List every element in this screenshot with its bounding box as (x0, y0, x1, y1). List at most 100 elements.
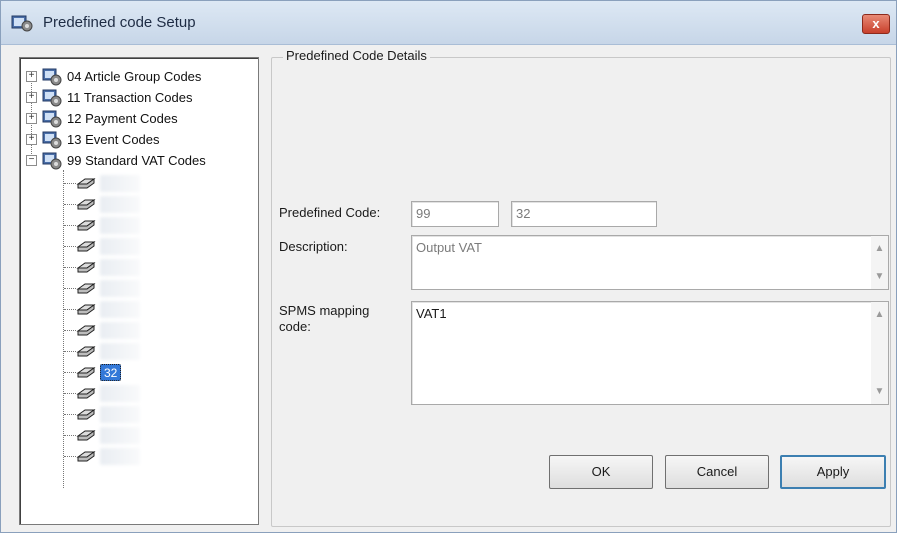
scroll-up-icon[interactable]: ▲ (871, 306, 888, 323)
vat-code-icon (76, 345, 96, 356)
apply-button[interactable]: Apply (780, 455, 886, 489)
vat-code-icon (76, 366, 96, 377)
collapse-icon[interactable]: − (26, 155, 37, 166)
expand-icon[interactable]: + (26, 71, 37, 82)
tree-connector (64, 435, 76, 436)
vat-code-icon (76, 324, 96, 335)
predefined-code-value-field[interactable]: 32 (511, 201, 657, 227)
tree-node-13-event-codes[interactable]: + 13 Event Codes (26, 129, 160, 150)
vat-code-icon (76, 282, 96, 293)
vat-code-icon (76, 450, 96, 461)
tree-child-label (100, 280, 140, 297)
predefined-code-group-field[interactable]: 99 (411, 201, 499, 227)
tree-node-label: 11 Transaction Codes (67, 90, 193, 105)
expand-icon[interactable]: + (26, 113, 37, 124)
tree-child-node[interactable] (76, 384, 140, 403)
tree-connector (64, 309, 76, 310)
description-field[interactable]: Output VAT ▲ ▼ (411, 235, 889, 290)
tree-child-label (100, 385, 140, 402)
tree-node-label: 12 Payment Codes (67, 111, 178, 126)
spms-mapping-text: VAT1 (416, 306, 447, 321)
app-icon (11, 15, 33, 32)
tree-child-node[interactable] (76, 258, 140, 277)
tree-child-label (100, 343, 140, 360)
details-group-title: Predefined Code Details (283, 48, 430, 63)
tree-child-node[interactable] (76, 405, 140, 424)
vat-code-icon (76, 240, 96, 251)
tree-child-node[interactable] (76, 321, 140, 340)
predefined-code-label: Predefined Code: (279, 205, 381, 220)
code-group-icon (42, 68, 62, 86)
tree-node-12-payment-codes[interactable]: + 12 Payment Codes (26, 108, 178, 129)
vat-code-icon (76, 429, 96, 440)
vat-code-icon (76, 387, 96, 398)
spms-mapping-label-line2: code: (279, 319, 311, 334)
predefined-code-setup-window: Predefined code Setup x + 04 Article Gro… (0, 0, 897, 533)
code-group-icon (42, 152, 62, 170)
code-group-icon (42, 131, 62, 149)
close-button[interactable]: x (862, 14, 890, 34)
tree-child-label: 32 (100, 364, 122, 381)
tree-node-label: 04 Article Group Codes (67, 69, 202, 84)
tree-connector (64, 225, 76, 226)
tree-connector (64, 393, 76, 394)
tree-child-label (100, 427, 140, 444)
ok-button[interactable]: OK (549, 455, 653, 489)
tree-connector (63, 170, 64, 488)
tree-child-node[interactable] (76, 447, 140, 466)
tree-node-label: 99 Standard VAT Codes (67, 153, 206, 168)
tree-node-11-transaction-codes[interactable]: + 11 Transaction Codes (26, 87, 193, 108)
tree-child-node[interactable] (76, 342, 140, 361)
tree-connector (64, 330, 76, 331)
tree-node-99-standard-vat-codes[interactable]: − 99 Standard VAT Codes (26, 150, 206, 171)
code-group-icon (42, 89, 62, 107)
tree-child-node[interactable] (76, 174, 140, 193)
vat-code-icon (76, 177, 96, 188)
spms-mapping-label-line1: SPMS mapping (279, 303, 370, 318)
tree-child-node[interactable] (76, 216, 140, 235)
tree-child-label (100, 238, 140, 255)
window-title: Predefined code Setup (43, 14, 196, 31)
tree-child-node[interactable] (76, 426, 140, 445)
description-label: Description: (279, 239, 348, 254)
scroll-down-icon[interactable]: ▼ (871, 268, 888, 285)
tree-child-node[interactable] (76, 237, 140, 256)
code-tree[interactable]: + 04 Article Group Codes + 11 Transactio… (19, 57, 259, 525)
expand-icon[interactable]: + (26, 92, 37, 103)
tree-connector (64, 414, 76, 415)
tree-connector (64, 456, 76, 457)
title-bar: Predefined code Setup x (1, 1, 896, 45)
spms-mapping-field[interactable]: VAT1 ▲ ▼ (411, 301, 889, 405)
vat-code-icon (76, 408, 96, 419)
tree-child-label (100, 217, 140, 234)
tree-connector (64, 246, 76, 247)
tree-child-node[interactable] (76, 300, 140, 319)
tree-connector (64, 288, 76, 289)
tree-child-label (100, 322, 140, 339)
tree-connector (64, 183, 76, 184)
spms-mapping-scrollbar[interactable]: ▲ ▼ (871, 302, 888, 404)
vat-code-icon (76, 303, 96, 314)
tree-connector (64, 372, 76, 373)
description-scrollbar[interactable]: ▲ ▼ (871, 236, 888, 289)
tree-node-label: 13 Event Codes (67, 132, 160, 147)
tree-child-node[interactable]: 32 (76, 363, 122, 382)
tree-child-label (100, 196, 140, 213)
tree-connector (64, 267, 76, 268)
description-text: Output VAT (416, 240, 482, 255)
tree-child-label (100, 259, 140, 276)
tree-child-label (100, 448, 140, 465)
tree-child-label (100, 301, 140, 318)
tree-child-label (100, 175, 140, 192)
tree-child-node[interactable] (76, 195, 140, 214)
vat-code-icon (76, 198, 96, 209)
tree-child-label (100, 406, 140, 423)
scroll-down-icon[interactable]: ▼ (871, 383, 888, 400)
tree-node-04-article-group-codes[interactable]: + 04 Article Group Codes (26, 66, 201, 87)
expand-icon[interactable]: + (26, 134, 37, 145)
scroll-up-icon[interactable]: ▲ (871, 240, 888, 257)
cancel-button[interactable]: Cancel (665, 455, 769, 489)
code-group-icon (42, 110, 62, 128)
tree-connector (64, 204, 76, 205)
tree-child-node[interactable] (76, 279, 140, 298)
